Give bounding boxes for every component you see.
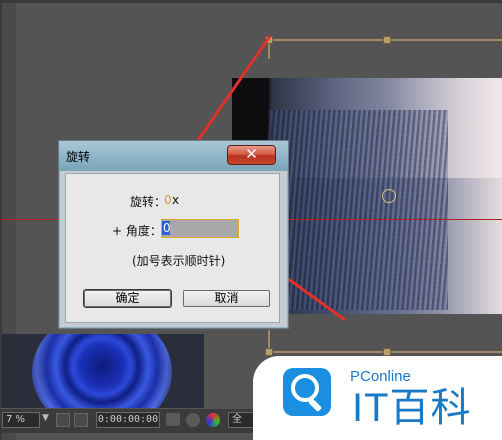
- angle-input[interactable]: [161, 219, 239, 238]
- rotation-dialog: 旋转 ✕ 旋转： 0 x + 角度： 0 (加号表示顺时针) 确定 取消: [58, 140, 289, 329]
- angle-label: + 角度：: [112, 224, 162, 238]
- zoom-field[interactable]: 7 %: [2, 412, 40, 428]
- clockwise-hint: (加号表示顺时针): [132, 254, 226, 268]
- close-button[interactable]: ✕: [227, 145, 276, 165]
- camera-icon[interactable]: [166, 413, 180, 426]
- grid-icon[interactable]: [56, 413, 70, 427]
- rotation-value: 0: [164, 193, 172, 207]
- dialog-body: 旋转： 0 x + 角度： 0 (加号表示顺时针) 确定 取消: [65, 173, 280, 323]
- search-magnifier-icon: [291, 374, 319, 402]
- watermark-brand-small: PConline: [350, 368, 411, 385]
- rotation-unit: x: [172, 193, 180, 207]
- color-wheel-icon[interactable]: [206, 413, 220, 427]
- dialog-title: 旋转: [66, 150, 91, 164]
- swirl-preview: [2, 334, 204, 408]
- timecode-field[interactable]: 0:00:00:00: [96, 412, 160, 428]
- close-icon: ✕: [245, 145, 258, 163]
- swirl-shade: [2, 334, 204, 408]
- chevron-down-icon[interactable]: ▼: [42, 413, 49, 423]
- mask-icon[interactable]: [74, 413, 88, 427]
- angle-input-value: 0: [163, 221, 171, 235]
- viewer-toolbar: 7 % ▼ 0:00:00:00 全: [0, 408, 260, 433]
- people-icon[interactable]: [186, 413, 200, 427]
- cancel-button[interactable]: 取消: [183, 290, 270, 307]
- ok-button[interactable]: 确定: [84, 290, 171, 307]
- rotation-label: 旋转：: [130, 195, 167, 209]
- dialog-titlebar[interactable]: 旋转 ✕: [59, 141, 288, 171]
- watermark-brand-big: IT百科: [352, 386, 472, 430]
